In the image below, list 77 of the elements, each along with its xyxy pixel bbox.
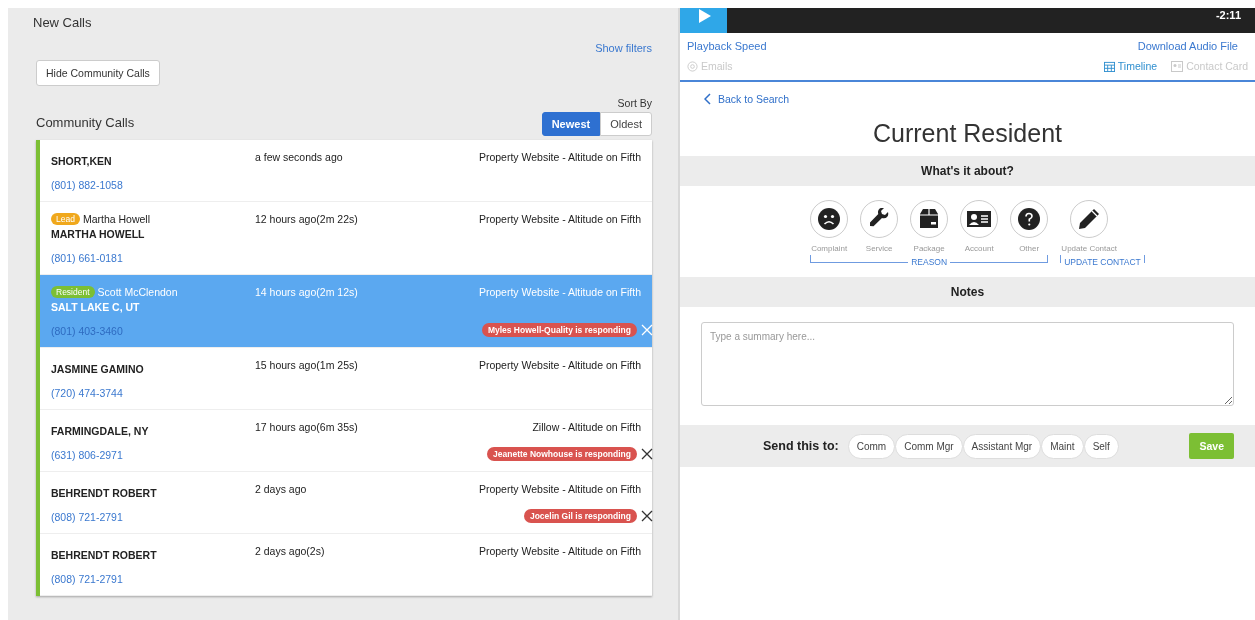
phone-link[interactable]: (631) 806-2971: [51, 449, 255, 461]
at-sign-icon: [687, 60, 698, 72]
recipient-button[interactable]: Comm: [847, 433, 896, 459]
download-audio-link[interactable]: Download Audio File: [1137, 40, 1238, 52]
sort-label: Sort By: [617, 97, 652, 109]
contact-name: Scott McClendon: [97, 286, 178, 298]
chevron-left-icon: [704, 93, 711, 105]
section-title: Community Calls: [36, 115, 135, 132]
calendar-icon: [1103, 60, 1115, 72]
phone-link[interactable]: (801) 661-0181: [51, 252, 255, 264]
contact-name: Martha Howell: [82, 213, 151, 225]
responding-badge: Jocelin Gil is responding: [523, 509, 637, 523]
call-time: 12 hours ago(2m 22s): [255, 213, 359, 227]
close-icon[interactable]: [641, 510, 653, 522]
remaining-time: -2:11: [1215, 8, 1241, 21]
pencil-icon: [1078, 208, 1101, 230]
hide-community-calls-button[interactable]: Hide Community Calls: [36, 60, 160, 86]
phone-link[interactable]: (808) 721-2791: [51, 573, 255, 585]
caller-name: SHORT,KEN: [51, 155, 113, 167]
question-icon: [1018, 208, 1041, 230]
phone-link[interactable]: (720) 474-3744: [51, 387, 255, 399]
call-row[interactable]: BEHRENDT ROBERT (808) 721-2791 2 days ago Property Website - Altitude on Fifth Jocelin Gil is responding: [40, 472, 652, 534]
responding-badge: Myles Howell-Quality is responding: [481, 323, 637, 337]
contact-card-icon: [967, 209, 992, 229]
call-time: 15 hours ago(1m 25s): [255, 359, 359, 373]
call-time: 17 hours ago(6m 35s): [255, 421, 359, 435]
id-card-icon: [1171, 60, 1184, 72]
contact-type-badge: Lead: [51, 213, 80, 225]
recipient-button[interactable]: Assistant Mgr: [962, 433, 1042, 459]
call-time: 2 days ago(2s): [255, 545, 326, 559]
view-tab[interactable]: Timeline: [1103, 60, 1158, 72]
caller-name: MARTHA HOWELL: [51, 228, 146, 240]
sort-option[interactable]: Newest: [541, 112, 601, 136]
call-row[interactable]: BEHRENDT ROBERT (808) 721-2791 2 days ago(2s) Property Website - Altitude on Fifth: [40, 534, 652, 596]
section-header: Notes: [680, 277, 1255, 307]
group-label: REASON: [908, 257, 951, 267]
phone-link[interactable]: (801) 882-1058: [51, 179, 255, 191]
sad-face-icon: [818, 208, 841, 230]
caller-name: JASMINE GAMINO: [51, 363, 145, 375]
panel-title: New Calls: [33, 15, 93, 30]
send-label: Send this to:: [763, 439, 839, 453]
phone-link[interactable]: (808) 721-2791: [51, 511, 255, 523]
contact-type-badge: Resident: [51, 286, 95, 298]
recipient-button[interactable]: Self: [1083, 433, 1119, 459]
call-source: Property Website - Altitude on Fifth: [478, 286, 641, 298]
sort-option[interactable]: Oldest: [600, 112, 652, 136]
call-row[interactable]: FARMINGDALE, NY (631) 806-2971 17 hours ago(6m 35s) Zillow - Altitude on Fifth Jeanette Nowhouse is responding: [40, 410, 652, 472]
close-icon[interactable]: [641, 448, 653, 460]
play-icon: [696, 8, 711, 23]
call-time: 2 days ago: [255, 483, 308, 497]
recipient-button[interactable]: Maint: [1041, 433, 1084, 459]
caller-name: SALT LAKE C, UT: [51, 301, 141, 313]
call-source: Property Website - Altitude on Fifth: [478, 151, 641, 163]
call-time: 14 hours ago(2m 12s): [255, 286, 359, 300]
section-header: What's it about?: [680, 156, 1255, 186]
recipient-button[interactable]: Comm Mgr: [895, 433, 963, 459]
back-to-search-link[interactable]: Back to Search: [704, 93, 790, 105]
responding-badge: Jeanette Nowhouse is responding: [487, 447, 637, 461]
call-source: Property Website - Altitude on Fifth: [478, 545, 641, 557]
call-source: Property Website - Altitude on Fifth: [478, 213, 641, 225]
caller-name: FARMINGDALE, NY: [51, 425, 150, 437]
show-filters-link[interactable]: Show filters: [595, 42, 652, 54]
notes-field[interactable]: Type a summary here...: [701, 322, 1234, 406]
package-icon: [918, 208, 941, 230]
call-source: Zillow - Altitude on Fifth: [532, 421, 641, 433]
play-button[interactable]: [680, 8, 727, 33]
caller-name: BEHRENDT ROBERT: [51, 549, 158, 561]
contact-title: Current Resident: [872, 119, 1063, 148]
group-label: UPDATE CONTACT: [1061, 257, 1144, 267]
update-contact-option[interactable]: Update Contact: [1054, 200, 1125, 253]
call-time: a few seconds ago: [255, 151, 344, 165]
call-source: Property Website - Altitude on Fifth: [478, 483, 641, 495]
playback-speed-link[interactable]: Playback Speed: [687, 40, 767, 52]
call-row[interactable]: SHORT,KEN (801) 882-1058 a few seconds ago Property Website - Altitude on Fifth: [40, 140, 652, 202]
call-source: Property Website - Altitude on Fifth: [478, 359, 641, 371]
caller-name: BEHRENDT ROBERT: [51, 487, 158, 499]
call-row[interactable]: JASMINE GAMINO (720) 474-3744 15 hours ago(1m 25s) Property Website - Altitude on Fifth: [40, 348, 652, 410]
